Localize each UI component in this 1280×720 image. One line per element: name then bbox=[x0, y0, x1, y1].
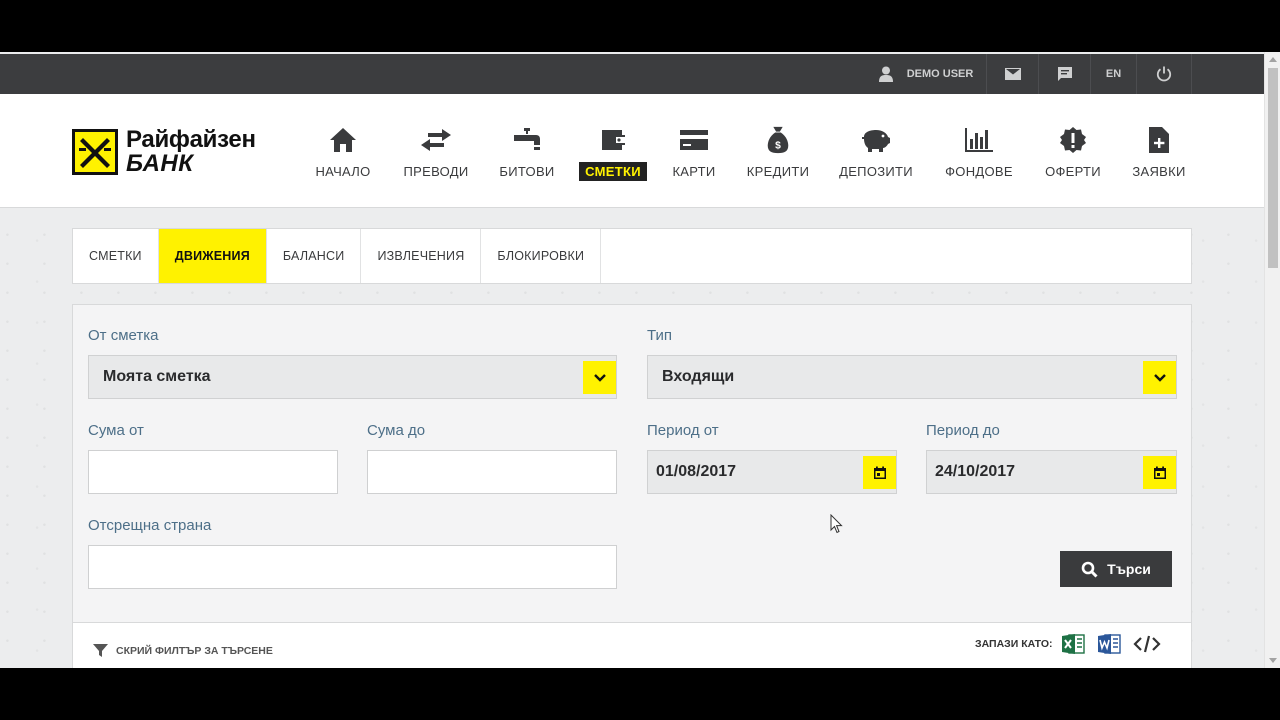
browser-viewport: DEMO USER EN Райфайзен БАНК НАЧАЛО ПРЕВО… bbox=[0, 52, 1280, 668]
search-icon bbox=[1081, 561, 1098, 578]
nav-loans-label: КРЕДИТИ bbox=[746, 164, 810, 179]
amount-to-label: Сума до bbox=[367, 422, 426, 439]
code-xml-icon[interactable] bbox=[1133, 634, 1162, 654]
user-name: DEMO USER bbox=[906, 68, 974, 80]
type-value: Входящи bbox=[662, 368, 735, 385]
nav-utilities[interactable]: БИТОВИ bbox=[494, 126, 560, 181]
logo-name: Райфайзен bbox=[126, 126, 256, 153]
scroll-thumb[interactable] bbox=[1268, 68, 1278, 268]
from-account-label: От сметка bbox=[88, 327, 159, 344]
scroll-down-icon[interactable] bbox=[1269, 658, 1277, 663]
account-tabs: СМЕТКИ ДВИЖЕНИЯ БАЛАНСИ ИЗВЛЕЧЕНИЯ БЛОКИ… bbox=[72, 228, 1192, 284]
logo-mark bbox=[72, 129, 118, 175]
home-icon bbox=[330, 128, 356, 152]
word-icon[interactable] bbox=[1097, 633, 1122, 655]
credit-card-icon bbox=[680, 130, 708, 150]
nav-transfers[interactable]: ПРЕВОДИ bbox=[399, 126, 473, 181]
piggy-bank-icon bbox=[862, 130, 890, 152]
money-bag-icon: $ bbox=[767, 126, 789, 154]
nav-requests-label: ЗАЯВКИ bbox=[1132, 164, 1186, 179]
language-label: EN bbox=[1105, 68, 1122, 80]
period-to-label: Период до bbox=[926, 422, 1000, 439]
power-icon bbox=[1156, 66, 1172, 82]
from-account-select[interactable]: Моята сметка bbox=[88, 355, 617, 399]
counterparty-label: Отсрещна страна bbox=[88, 517, 212, 534]
export-options: ЗАПАЗИ КАТО: bbox=[975, 633, 1162, 655]
calendar-icon[interactable] bbox=[1143, 456, 1176, 489]
nav-accounts[interactable]: СМЕТКИ bbox=[578, 126, 648, 181]
chat-button[interactable] bbox=[1038, 54, 1090, 94]
tab-accounts[interactable]: СМЕТКИ bbox=[73, 229, 159, 283]
main-header: Райфайзен БАНК НАЧАЛО ПРЕВОДИ БИТОВИ СМЕ… bbox=[0, 94, 1264, 208]
bank-logo[interactable]: Райфайзен БАНК bbox=[72, 128, 256, 176]
nav-cards[interactable]: КАРТИ bbox=[664, 126, 724, 181]
amount-from-label: Сума от bbox=[88, 422, 144, 439]
mouse-cursor-icon bbox=[830, 514, 843, 534]
logout-button[interactable] bbox=[1136, 54, 1192, 94]
nav-loans[interactable]: $ КРЕДИТИ bbox=[742, 126, 814, 181]
search-filter-panel: От сметка Моята сметка Тип Входящи Сума … bbox=[72, 304, 1192, 668]
tab-movements[interactable]: ДВИЖЕНИЯ bbox=[158, 229, 267, 283]
vertical-scrollbar[interactable] bbox=[1264, 52, 1280, 668]
user-icon bbox=[878, 66, 893, 82]
nav-deposits[interactable]: ДЕПОЗИТИ bbox=[834, 126, 918, 181]
calendar-icon[interactable] bbox=[863, 456, 896, 489]
excel-icon[interactable] bbox=[1061, 633, 1086, 655]
counterparty-input[interactable] bbox=[88, 545, 617, 589]
tab-statements[interactable]: ИЗВЛЕЧЕНИЯ bbox=[361, 229, 482, 283]
svg-text:$: $ bbox=[775, 140, 781, 151]
hide-filter-label: СКРИЙ ФИЛТЪР ЗА ТЪРСЕНЕ bbox=[116, 644, 273, 657]
logo-bank: БАНК bbox=[126, 150, 194, 177]
chevron-down-icon[interactable] bbox=[1143, 361, 1176, 394]
from-account-value: Моята сметка bbox=[103, 368, 211, 385]
chat-icon bbox=[1057, 67, 1072, 81]
nav-requests[interactable]: ЗАЯВКИ bbox=[1126, 126, 1192, 181]
faucet-icon bbox=[514, 128, 540, 150]
save-as-label: ЗАПАЗИ КАТО: bbox=[975, 638, 1053, 650]
period-from-label: Период от bbox=[647, 422, 719, 439]
add-document-icon bbox=[1149, 127, 1169, 153]
chevron-down-icon[interactable] bbox=[583, 361, 616, 394]
nav-accounts-label: СМЕТКИ bbox=[579, 162, 647, 181]
type-select[interactable]: Входящи bbox=[647, 355, 1177, 399]
alert-badge-icon bbox=[1060, 127, 1086, 153]
type-label: Тип bbox=[647, 327, 673, 344]
language-switch[interactable]: EN bbox=[1090, 54, 1136, 94]
nav-home-label: НАЧАЛО bbox=[315, 164, 371, 179]
nav-home[interactable]: НАЧАЛО bbox=[309, 126, 377, 181]
user-menu[interactable]: DEMO USER bbox=[866, 54, 986, 94]
period-to-value: 24/10/2017 bbox=[935, 463, 1016, 480]
amount-from-input[interactable] bbox=[88, 450, 338, 494]
envelope-icon bbox=[1004, 68, 1021, 80]
funnel-icon bbox=[93, 644, 108, 657]
nav-funds-label: ФОНДОВЕ bbox=[945, 164, 1013, 179]
nav-funds[interactable]: ФОНДОВЕ bbox=[939, 126, 1019, 181]
search-button[interactable]: Търси bbox=[1060, 551, 1172, 587]
transfer-arrows-icon bbox=[421, 129, 451, 151]
tab-balances[interactable]: БАЛАНСИ bbox=[267, 229, 362, 283]
bar-chart-icon bbox=[965, 128, 993, 152]
nav-deposits-label: ДЕПОЗИТИ bbox=[839, 164, 913, 179]
nav-offers[interactable]: ОФЕРТИ bbox=[1040, 126, 1106, 181]
nav-transfers-label: ПРЕВОДИ bbox=[403, 164, 469, 179]
wallet-icon bbox=[602, 130, 625, 150]
search-button-label: Търси bbox=[1107, 561, 1151, 577]
hide-filter-link[interactable]: СКРИЙ ФИЛТЪР ЗА ТЪРСЕНЕ bbox=[93, 643, 273, 658]
messages-button[interactable] bbox=[986, 54, 1038, 94]
period-from-value: 01/08/2017 bbox=[656, 463, 737, 480]
scroll-up-icon[interactable] bbox=[1269, 57, 1277, 62]
results-toolbar: СКРИЙ ФИЛТЪР ЗА ТЪРСЕНЕ ЗАПАЗИ КАТО: bbox=[72, 622, 1192, 668]
nav-cards-label: КАРТИ bbox=[672, 164, 716, 179]
amount-to-input[interactable] bbox=[367, 450, 617, 494]
tab-blocks[interactable]: БЛОКИРОВКИ bbox=[481, 229, 602, 283]
period-to-field[interactable]: 24/10/2017 bbox=[926, 450, 1177, 494]
period-from-field[interactable]: 01/08/2017 bbox=[647, 450, 897, 494]
nav-offers-label: ОФЕРТИ bbox=[1045, 164, 1101, 179]
top-utility-bar: DEMO USER EN bbox=[0, 54, 1264, 94]
nav-utilities-label: БИТОВИ bbox=[499, 164, 555, 179]
